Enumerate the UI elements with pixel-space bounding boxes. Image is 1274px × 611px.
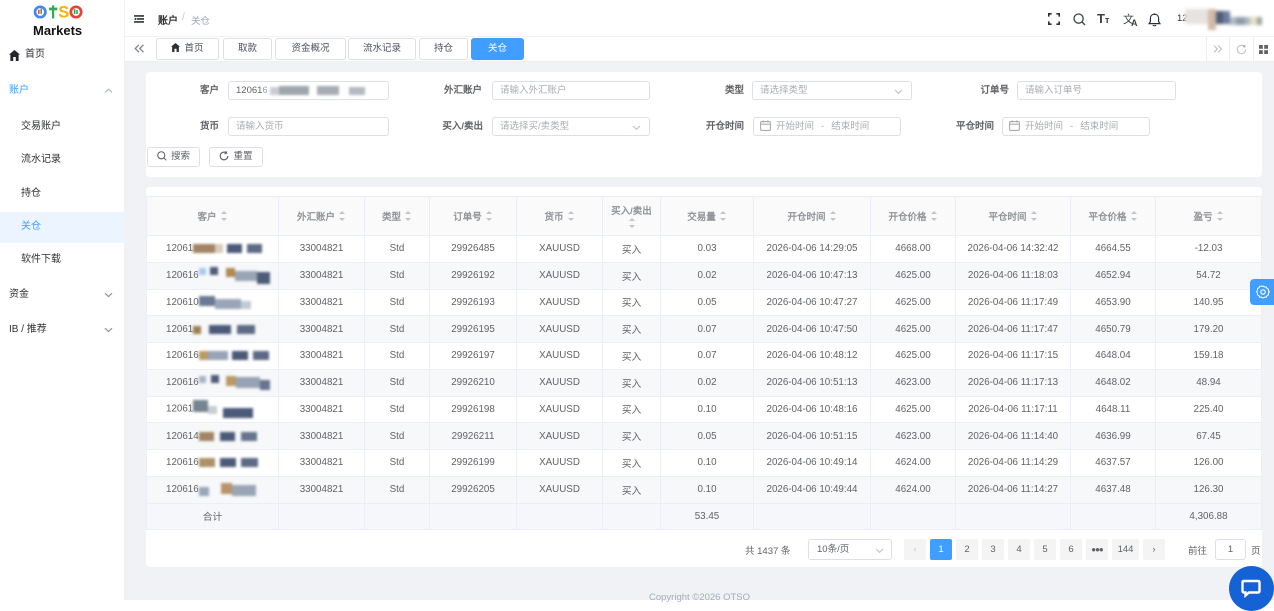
svg-text:S: S [58, 5, 69, 19]
